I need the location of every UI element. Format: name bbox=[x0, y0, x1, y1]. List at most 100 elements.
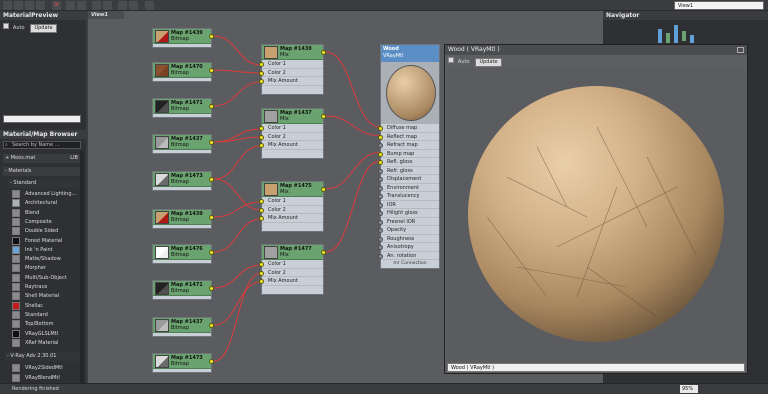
input-socket[interactable] bbox=[378, 219, 383, 225]
input-slot[interactable]: Mix Amount bbox=[259, 214, 323, 223]
browser-scrollbar[interactable] bbox=[80, 151, 84, 391]
input-slot[interactable]: Color 2 bbox=[259, 133, 323, 141]
input-slot[interactable]: Color 1 bbox=[259, 60, 323, 69]
pick-tool-icon[interactable] bbox=[3, 1, 12, 10]
material-input-slot[interactable]: Hilight gloss bbox=[378, 209, 439, 218]
output-socket[interactable] bbox=[209, 250, 214, 255]
input-socket[interactable] bbox=[259, 134, 264, 140]
bitmap-node[interactable]: Map #1471 Bitmap bbox=[152, 280, 214, 300]
show-map-icon[interactable] bbox=[77, 1, 86, 10]
input-socket[interactable] bbox=[259, 279, 264, 284]
node-header[interactable]: Wood VRayMtl bbox=[381, 45, 439, 62]
material-input-slot[interactable]: Environment bbox=[378, 184, 439, 192]
eyedropper-icon[interactable] bbox=[14, 1, 23, 10]
output-socket[interactable] bbox=[209, 140, 214, 145]
output-socket[interactable] bbox=[209, 68, 214, 73]
output-socket[interactable] bbox=[321, 50, 326, 55]
hide-slots-icon[interactable] bbox=[92, 1, 101, 10]
bitmap-node[interactable]: Map #1439 Bitmap bbox=[152, 28, 214, 48]
mr-connection-label[interactable]: mr Connection bbox=[381, 260, 439, 268]
node-header[interactable]: Map #1477 Mix bbox=[262, 245, 326, 260]
output-socket[interactable] bbox=[209, 177, 214, 182]
output-socket[interactable] bbox=[209, 359, 214, 364]
zoom-field[interactable]: 95% bbox=[680, 385, 698, 393]
bitmap-node[interactable]: Map #1473 Bitmap bbox=[152, 171, 214, 191]
input-socket[interactable] bbox=[378, 134, 383, 140]
material-input-slot[interactable]: Refl. gloss bbox=[378, 158, 439, 167]
library-moos[interactable]: + Moos.mat LIB bbox=[3, 154, 81, 163]
node-header[interactable]: Map #1473 Bitmap bbox=[153, 172, 214, 187]
input-socket[interactable] bbox=[378, 185, 383, 191]
material-input-slot[interactable]: An. rotation bbox=[378, 252, 439, 260]
preview-type-dropdown[interactable] bbox=[3, 115, 81, 123]
view-selector-dropdown[interactable]: View1 bbox=[674, 1, 764, 10]
input-socket[interactable] bbox=[378, 245, 383, 250]
material-input-slot[interactable]: IOR bbox=[378, 201, 439, 209]
output-socket[interactable] bbox=[321, 114, 326, 119]
preview-auto-checkbox[interactable] bbox=[448, 57, 454, 63]
material-input-slot[interactable]: Refr. gloss bbox=[378, 167, 439, 175]
vray-group[interactable]: - V-Ray Adv 2.30.01 bbox=[5, 352, 81, 361]
update-button[interactable]: Update bbox=[30, 24, 57, 33]
parameter-editor-icon[interactable] bbox=[129, 1, 138, 10]
navigator-minimap[interactable] bbox=[658, 23, 703, 45]
input-slot[interactable]: Mix Amount bbox=[259, 141, 323, 150]
node-header[interactable]: Map #1439 Mix bbox=[262, 45, 326, 60]
material-node[interactable]: Wood VRayMtl Diffuse map Reflect map Refract… bbox=[378, 44, 440, 269]
input-socket[interactable] bbox=[378, 168, 383, 174]
preview-update-button[interactable]: Update bbox=[475, 58, 502, 67]
output-socket[interactable] bbox=[209, 104, 214, 109]
bitmap-node[interactable]: Map #1437 Bitmap bbox=[152, 134, 214, 154]
auto-checkbox[interactable] bbox=[3, 23, 9, 29]
material-input-slot[interactable]: Roughness bbox=[378, 235, 439, 243]
output-socket[interactable] bbox=[321, 250, 326, 255]
input-socket[interactable] bbox=[259, 79, 264, 84]
material-input-slot[interactable]: Diffuse map bbox=[378, 124, 439, 133]
delete-icon[interactable]: ✕ bbox=[52, 1, 61, 10]
input-socket[interactable] bbox=[259, 207, 264, 213]
node-header[interactable]: Map #1473 Bitmap bbox=[153, 354, 214, 369]
input-socket[interactable] bbox=[378, 143, 383, 148]
output-socket[interactable] bbox=[321, 187, 326, 192]
input-socket[interactable] bbox=[259, 216, 264, 221]
bitmap-node[interactable]: Map #1439 Bitmap bbox=[152, 209, 214, 229]
input-slot[interactable]: Mix Amount bbox=[259, 277, 323, 286]
input-slot[interactable]: Color 1 bbox=[259, 197, 323, 206]
put-to-library-icon[interactable] bbox=[36, 1, 45, 10]
standard-group[interactable]: - Standard bbox=[8, 179, 81, 188]
input-socket[interactable] bbox=[378, 177, 383, 182]
node-header[interactable]: Map #1439 Bitmap bbox=[153, 210, 214, 225]
material-input-slot[interactable]: Refract map bbox=[378, 141, 439, 150]
node-header[interactable]: Map #1437 Mix bbox=[262, 109, 326, 124]
input-socket[interactable] bbox=[378, 151, 383, 157]
input-slot[interactable]: Color 2 bbox=[259, 269, 323, 277]
node-header[interactable]: Map #1476 Bitmap bbox=[153, 245, 214, 260]
input-socket[interactable] bbox=[259, 126, 264, 131]
materials-group[interactable]: - Materials bbox=[3, 167, 81, 176]
output-socket[interactable] bbox=[209, 34, 214, 39]
material-input-slot[interactable]: Fresnel IOR bbox=[378, 218, 439, 226]
select-by-material-icon[interactable] bbox=[118, 1, 127, 10]
bitmap-node[interactable]: Map #1471 Bitmap bbox=[152, 98, 214, 118]
bitmap-node[interactable]: Map #1473 Bitmap bbox=[152, 353, 214, 373]
output-socket[interactable] bbox=[209, 286, 214, 291]
node-header[interactable]: Map #1437 Bitmap bbox=[153, 135, 214, 150]
input-socket[interactable] bbox=[378, 126, 383, 131]
node-header[interactable]: Map #1471 Bitmap bbox=[153, 281, 214, 296]
layout-icon[interactable] bbox=[66, 1, 75, 10]
preview-window[interactable]: Wood ( VRayMtl ) Auto Update Wood (VRay… bbox=[444, 44, 748, 374]
output-socket[interactable] bbox=[209, 323, 214, 328]
output-socket[interactable] bbox=[209, 215, 214, 220]
input-socket[interactable] bbox=[378, 194, 383, 199]
material-input-slot[interactable]: Translucency bbox=[378, 192, 439, 201]
mix-node[interactable]: Map #1437 Mix Color 1 Color 2 Mix Amount bbox=[259, 108, 326, 159]
input-socket[interactable] bbox=[259, 70, 264, 76]
bitmap-node[interactable]: Map #1437 Bitmap bbox=[152, 317, 214, 337]
input-socket[interactable] bbox=[378, 253, 383, 259]
layout-children-icon[interactable] bbox=[103, 1, 112, 10]
material-type-item[interactable]: XRef Material bbox=[4, 338, 81, 348]
vray-material-item[interactable]: VRay2SidedMtl bbox=[4, 363, 81, 373]
mix-node[interactable]: Map #1475 Mix Color 1 Color 2 Mix Amount bbox=[259, 181, 326, 232]
material-input-slot[interactable]: Bump map bbox=[378, 150, 439, 158]
node-header[interactable]: Map #1475 Mix bbox=[262, 182, 326, 197]
